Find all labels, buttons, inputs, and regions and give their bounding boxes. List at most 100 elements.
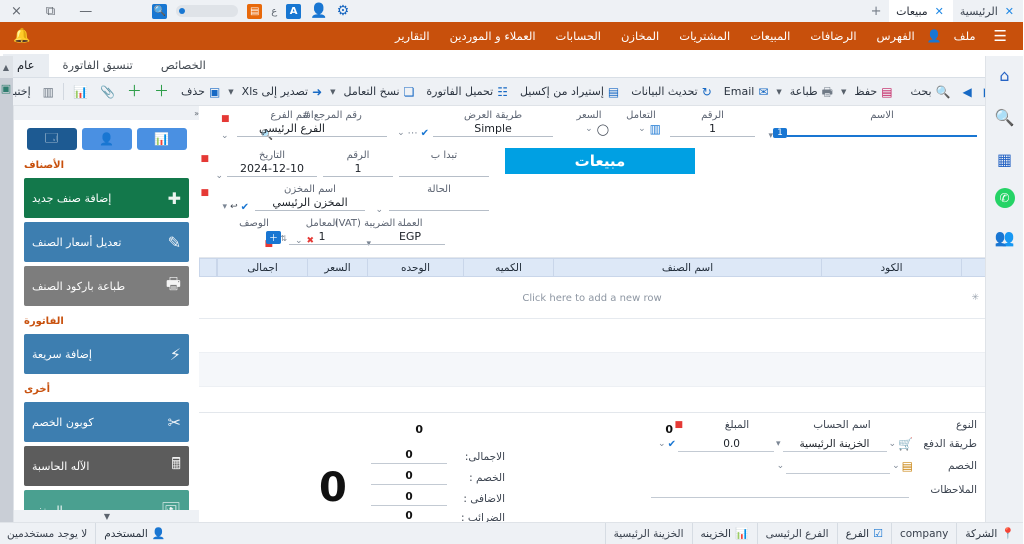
search-icon[interactable]: 🔍 <box>153 4 168 19</box>
status-treasury[interactable]: 📊 الخزينه <box>693 523 758 544</box>
window-tab-sales[interactable]: ✕ مبيعات <box>890 0 954 22</box>
columns-button[interactable]: ▥ <box>38 81 61 103</box>
chevron-down-icon[interactable]: ▼ <box>329 88 338 96</box>
menu-item-customers-suppliers[interactable]: العملاء و الموردين <box>441 22 547 50</box>
chevron-down-icon[interactable]: ▾ <box>777 439 782 449</box>
search-icon[interactable]: 🔍 <box>993 104 1019 130</box>
chevron-down-icon[interactable]: ▼ <box>775 88 784 96</box>
deal-selector[interactable]: ▥ ⌄ <box>618 121 666 137</box>
total-extra-value[interactable]: 0 <box>372 491 448 506</box>
grid-col-code[interactable]: الكود <box>822 258 962 277</box>
panel-restore-icon[interactable]: ▣ <box>0 82 14 95</box>
user-icon[interactable]: 👤 <box>311 4 328 18</box>
chevron-down-icon[interactable]: ⌄ <box>893 461 901 471</box>
branch-dropdown-caret[interactable]: ⌄ <box>222 128 230 141</box>
sidebar-scroll-down[interactable]: ▼ <box>15 510 200 522</box>
chevron-down-icon[interactable]: ⌄ <box>659 439 667 449</box>
check-icon[interactable]: ✔ <box>422 128 430 139</box>
name-lookup-icon[interactable]: 1 <box>774 128 788 138</box>
sidebar-toggle-window[interactable]: 🗔 <box>28 128 78 150</box>
chevron-down-icon[interactable]: ⌄ <box>586 124 594 134</box>
sidebar-toggle-user[interactable]: 👤 <box>83 128 133 150</box>
chevron-down-icon[interactable]: ⌄ <box>639 124 647 134</box>
tab-properties[interactable]: الخصائص <box>148 54 221 77</box>
grid-col-unit[interactable]: الوحده <box>368 258 464 277</box>
ellipsis-icon[interactable]: ⋯ <box>409 128 419 139</box>
export-xls-button[interactable]: ➜ تصدير إلى Xls <box>237 81 329 103</box>
grid-col-total[interactable]: اجمالى <box>218 258 308 277</box>
close-icon[interactable]: ✕ <box>1006 5 1015 18</box>
branch-input[interactable]: الفرع الرئيسي <box>238 121 348 137</box>
delete-button[interactable]: ▣ حذف <box>176 81 227 103</box>
name-dropdown-caret[interactable]: ▾ <box>769 128 774 141</box>
copy-transaction-button[interactable]: ❏ نسخ التعامل <box>339 81 422 103</box>
attachment-button[interactable]: 📎 <box>95 81 122 103</box>
vat-input[interactable] <box>316 229 416 245</box>
number-input[interactable]: 1 <box>671 121 756 137</box>
import-excel-button[interactable]: ▤ إستيراد من إكسيل <box>515 81 626 103</box>
menu-item-index[interactable]: الفهرس <box>868 22 926 50</box>
close-icon[interactable]: ✕ <box>936 5 945 18</box>
menu-item-purchases[interactable]: المشتريات <box>670 22 741 50</box>
home-icon[interactable]: ⌂ <box>993 62 1019 88</box>
chevron-down-icon[interactable]: ⌄ <box>296 236 304 246</box>
payment-amount-input[interactable]: 0.0 <box>679 437 775 452</box>
display-method-input[interactable]: Simple <box>434 121 554 137</box>
chevron-down-icon[interactable]: ⌄ <box>778 461 786 471</box>
add-button[interactable]: ＋ <box>149 81 176 103</box>
add-new-item-button[interactable]: ✚ إضافة صنف جديد <box>25 178 190 218</box>
contacts-icon[interactable]: 👥 <box>993 224 1019 250</box>
payment-discount-account-input[interactable] <box>787 459 891 474</box>
check-icon[interactable]: ✔ <box>242 202 250 213</box>
bell-icon[interactable]: 🔔 <box>14 28 31 44</box>
price-selector[interactable]: ◯ ⌄ <box>566 121 614 137</box>
email-button[interactable]: ✉ Email <box>719 81 776 103</box>
sidebar-collapse-button[interactable]: « <box>15 106 200 120</box>
chevron-down-icon[interactable]: ⌄ <box>890 439 898 449</box>
close-window-button[interactable]: × <box>12 5 23 18</box>
new-tab-button[interactable]: + <box>864 0 890 22</box>
restore-window-button[interactable]: ⧉ <box>47 5 56 18</box>
add-field-button[interactable]: ＋ <box>122 81 149 103</box>
discount-icon[interactable]: ▤ <box>903 459 914 473</box>
load-invoice-button[interactable]: ☷ تحميل الفاتورة <box>421 81 515 103</box>
menu-item-accounts[interactable]: الحسابات <box>547 22 612 50</box>
state-dropdown-caret[interactable]: ⌄ <box>376 202 384 215</box>
chevron-down-icon[interactable]: ⌄ <box>398 128 406 139</box>
doc-number-input[interactable]: 1 <box>324 161 394 177</box>
print-item-barcode-button[interactable]: 🖶 طباعة باركود الصنف <box>25 266 190 306</box>
description-add-button[interactable]: ＋ <box>228 229 282 245</box>
minimize-window-button[interactable]: — <box>80 5 93 18</box>
left-rail-handle[interactable]: ▲ <box>0 56 14 78</box>
state-input[interactable] <box>390 195 490 211</box>
menu-item-addons[interactable]: الرضافات <box>801 22 867 50</box>
menu-icon[interactable]: ▤ <box>248 4 263 19</box>
cart-icon[interactable]: 🛒 <box>899 437 914 451</box>
calculator-button[interactable]: 🖩 الآله الحاسبة <box>25 446 190 486</box>
menu-item-reports[interactable]: التقارير <box>386 22 441 50</box>
whatsapp-icon[interactable]: ✆ <box>996 188 1016 208</box>
refresh-data-button[interactable]: ↻ تحديث البيانات <box>626 81 719 103</box>
tab-invoice-format[interactable]: تنسيق الفاتورة <box>50 54 148 77</box>
add-new-row-hint[interactable]: Click here to add a new row <box>200 293 986 304</box>
sidebar-toggle-chart[interactable]: 📊 <box>138 128 188 150</box>
hamburger-icon[interactable]: ☰ <box>987 27 1016 45</box>
save-button[interactable]: ▤ حفظ <box>849 81 899 103</box>
menu-item-stores[interactable]: المخازن <box>612 22 670 50</box>
undo-icon[interactable]: ↩ <box>231 202 239 213</box>
status-branch[interactable]: ☑ الفرع <box>838 523 892 544</box>
search-button[interactable]: 🔍 بحث <box>906 81 958 103</box>
quick-add-button[interactable]: ⚡ إضافة سريعة <box>25 334 190 374</box>
print-button[interactable]: 🖶 طباعة <box>785 81 840 103</box>
store-input[interactable]: المخزن الرئيسي <box>256 195 366 211</box>
payment-account-input[interactable]: الخزينة الرئيسية <box>784 437 888 452</box>
discount-coupon-button[interactable]: ✂ كوبون الخصم <box>25 402 190 442</box>
chevron-down-icon[interactable]: ▼ <box>840 88 849 96</box>
clear-icon[interactable]: ✖ <box>308 236 316 246</box>
check-icon[interactable]: ✔ <box>669 439 677 450</box>
previous-record-button[interactable]: ◀ <box>957 81 978 103</box>
total-discount-value[interactable]: 0 <box>372 470 448 485</box>
factor-spinner[interactable]: ⇅ <box>281 234 288 243</box>
grid-col-quantity[interactable]: الكميه <box>464 258 554 277</box>
edit-item-prices-button[interactable]: ✎ تعديل أسعار الصنف <box>25 222 190 262</box>
